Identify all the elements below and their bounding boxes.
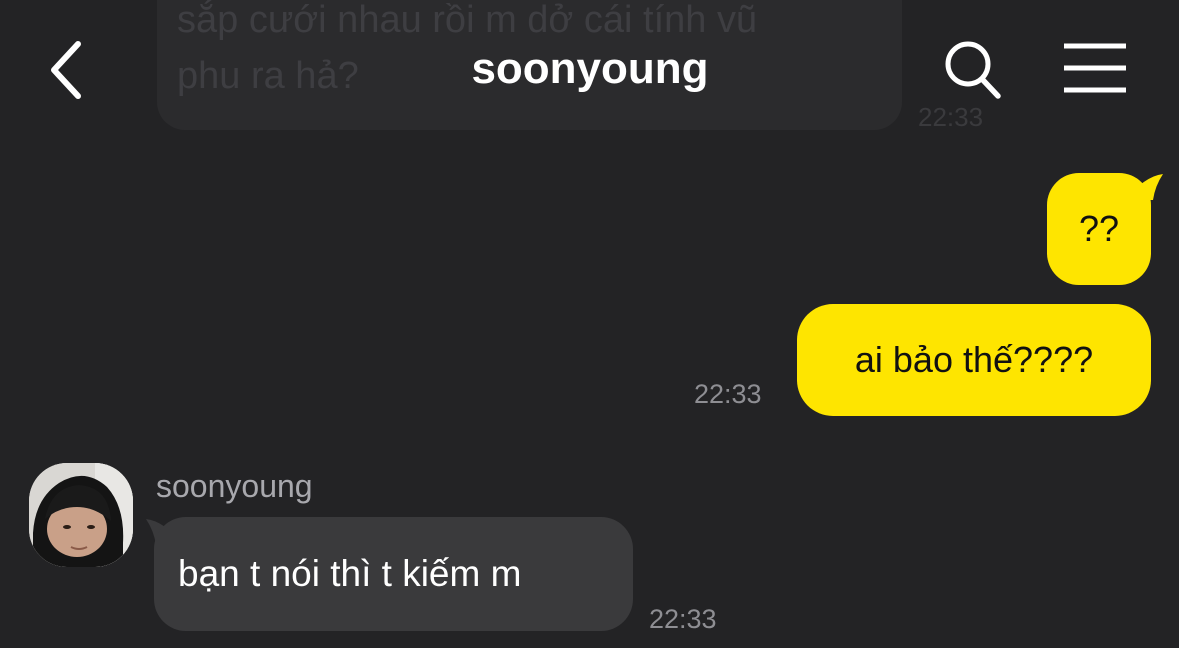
- chevron-left-icon: [51, 41, 81, 99]
- sent-message-bubble[interactable]: ??: [1047, 173, 1151, 285]
- search-icon: [945, 41, 1001, 99]
- message-text: bạn t nói thì t kiếm m: [178, 553, 522, 594]
- profile-photo: [29, 463, 133, 567]
- message-text: ai bảo thế????: [854, 339, 1094, 380]
- menu-button[interactable]: [1060, 40, 1130, 100]
- avatar[interactable]: [29, 463, 133, 567]
- previous-message-time: 22:33: [918, 102, 984, 132]
- sender-name: soonyoung: [156, 468, 313, 504]
- sent-message-bubble[interactable]: ai bảo thế????: [797, 304, 1151, 416]
- chat-title: soonyoung: [471, 44, 709, 93]
- received-message-bubble[interactable]: bạn t nói thì t kiếm m: [154, 517, 633, 631]
- message-timestamp: 22:33: [649, 604, 717, 634]
- search-button[interactable]: [938, 36, 1006, 104]
- back-button[interactable]: [40, 34, 96, 106]
- hamburger-menu-icon: [1064, 43, 1126, 93]
- message-timestamp: 22:33: [694, 379, 762, 409]
- message-text: ??: [1078, 208, 1120, 249]
